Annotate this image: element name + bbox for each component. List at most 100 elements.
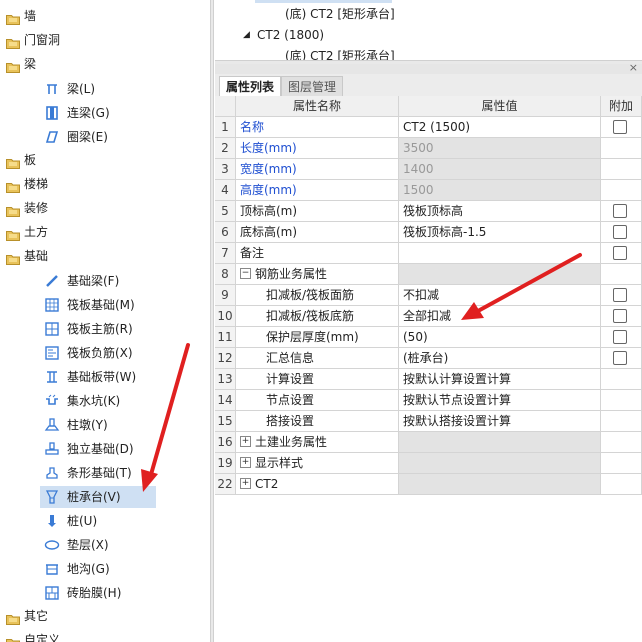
tree-item[interactable]: 集水坑(K) [40,390,120,412]
property-name[interactable]: 底标高(m) [236,222,399,243]
property-value[interactable]: 不扣减 [399,285,601,306]
beam-icon [44,81,60,97]
property-label: 扣减板/筏板面筋 [266,288,355,302]
tab-layer-management[interactable]: 图层管理 [281,76,344,96]
tree-item[interactable]: 砖胎膜(H) [40,582,121,604]
extra-cell [601,369,642,390]
extra-cell [601,306,642,327]
tree-item[interactable]: 筏板主筋(R) [40,318,133,340]
tree-item[interactable]: 条形基础(T) [40,462,132,484]
property-label: 保护层厚度(mm) [266,330,359,344]
vertical-splitter[interactable] [210,0,214,642]
row-number: 9 [215,285,236,306]
property-value[interactable] [399,243,601,264]
tree-item[interactable]: 垫层(X) [40,534,109,556]
property-name[interactable]: 长度(mm) [236,138,399,159]
property-name[interactable]: − 钢筋业务属性 [236,264,399,285]
folder-icon [6,226,20,241]
attach-checkbox[interactable] [613,120,627,134]
tree-item[interactable]: 桩(U) [40,510,97,532]
tab-property-list[interactable]: 属性列表 [219,76,282,97]
property-value[interactable]: (桩承台) [399,348,601,369]
property-label: 汇总信息 [266,351,315,365]
tree-item-label: 连梁(G) [67,106,110,120]
property-value [399,474,601,495]
property-value[interactable]: 全部扣减 [399,306,601,327]
expand-icon[interactable]: + [240,478,251,489]
row-number: 5 [215,201,236,222]
close-icon[interactable]: × [629,61,638,74]
tree-item[interactable]: 基础板带(W) [40,366,136,388]
list-item-group[interactable]: CT2 (1800) [257,25,324,45]
tree-item[interactable]: 独立基础(D) [40,438,134,460]
property-name[interactable]: 名称 [236,117,399,138]
list-selection-highlight [255,0,392,3]
tree-item[interactable]: 连梁(G) [40,102,110,124]
property-name[interactable]: + CT2 [236,474,399,495]
expand-icon[interactable]: + [240,436,251,447]
foundation-beam-icon [44,273,60,289]
extra-cell [601,285,642,306]
attach-checkbox[interactable] [613,330,627,344]
property-name[interactable]: 备注 [236,243,399,264]
list-item[interactable]: (底) CT2 [矩形承台] [285,46,395,60]
row-number: 6 [215,222,236,243]
property-label: 计算设置 [266,372,315,386]
tree-category-label: 土方 [24,225,49,239]
tree-item[interactable]: 梁(L) [40,78,95,100]
property-value[interactable]: 筏板顶标高-1.5 [399,222,601,243]
property-panel: × 属性列表 图层管理 属性名称 属性值 附加 1 名称 CT2 (1500) 2 长度(mm… [215,61,642,642]
attach-checkbox[interactable] [613,246,627,260]
extra-cell [601,159,642,180]
row-number: 1 [215,117,236,138]
tree-item[interactable]: 桩承台(V) [40,486,156,508]
property-name[interactable]: 节点设置 [236,390,399,411]
tree-item[interactable]: 筏板负筋(X) [40,342,133,364]
property-name[interactable]: 扣减板/筏板面筋 [236,285,399,306]
collapse-toggle-icon[interactable]: ◢ [243,25,250,45]
property-name[interactable]: 顶标高(m) [236,201,399,222]
property-name[interactable]: + 显示样式 [236,453,399,474]
sump-pit-icon [44,393,60,409]
attach-checkbox[interactable] [613,288,627,302]
attach-checkbox[interactable] [613,309,627,323]
property-value[interactable]: 筏板顶标高 [399,201,601,222]
property-name[interactable]: 保护层厚度(mm) [236,327,399,348]
property-value[interactable]: 按默认搭接设置计算 [399,411,601,432]
tree-item-label: 桩承台(V) [67,490,121,504]
property-name[interactable]: + 土建业务属性 [236,432,399,453]
property-name[interactable]: 搭接设置 [236,411,399,432]
property-value[interactable]: 按默认计算设置计算 [399,369,601,390]
tree-item[interactable]: 基础梁(F) [40,270,119,292]
tree-item-label: 筏板主筋(R) [67,322,133,336]
property-value[interactable]: 按默认节点设置计算 [399,390,601,411]
property-value[interactable]: CT2 (1500) [399,117,601,138]
ring-beam-icon [44,129,60,145]
attach-checkbox[interactable] [613,351,627,365]
row-number: 14 [215,390,236,411]
property-value[interactable]: (50) [399,327,601,348]
header-name: 属性名称 [236,96,399,117]
property-name[interactable]: 扣减板/筏板底筋 [236,306,399,327]
expand-icon[interactable]: + [240,457,251,468]
collapse-icon[interactable]: − [240,268,251,279]
tree-item-label: 桩(U) [67,514,98,528]
property-name[interactable]: 计算设置 [236,369,399,390]
tree-item[interactable]: 圈梁(E) [40,126,108,148]
strip-footing-icon [44,465,60,481]
extra-cell [601,180,642,201]
folder-icon [6,154,20,169]
attach-checkbox[interactable] [613,225,627,239]
tree-item[interactable]: 筏板基础(M) [40,294,135,316]
property-name[interactable]: 高度(mm) [236,180,399,201]
property-name[interactable]: 汇总信息 [236,348,399,369]
extra-cell [601,222,642,243]
attach-checkbox[interactable] [613,204,627,218]
tree-item[interactable]: 柱墩(Y) [40,414,108,436]
folder-icon [6,250,20,265]
list-item[interactable]: (底) CT2 [矩形承台] [285,4,395,24]
property-name[interactable]: 宽度(mm) [236,159,399,180]
tree-item-label: 砖胎膜(H) [67,586,122,600]
tree-item[interactable]: 地沟(G) [40,558,110,580]
tree-item-label: 独立基础(D) [67,442,134,456]
